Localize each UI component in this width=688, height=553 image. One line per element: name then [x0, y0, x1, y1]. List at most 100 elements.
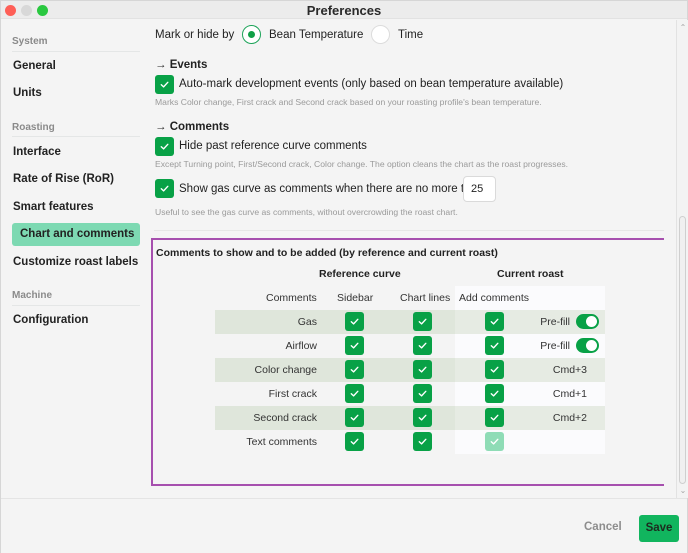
check-icon: [350, 366, 359, 373]
column-header-add-comments: Add comments: [459, 292, 530, 304]
mark-or-hide-label: Mark or hide by: [155, 29, 235, 41]
prefill-toggle[interactable]: [576, 338, 599, 353]
auto-mark-checkbox[interactable]: [155, 75, 174, 94]
row-label: Color change: [254, 364, 317, 376]
dialog-footer: Cancel Save: [1, 498, 687, 553]
radio-time-label[interactable]: Time: [398, 29, 423, 41]
table-row: Color change Cmd+3: [215, 358, 605, 382]
prefill-label: Pre-fill: [540, 340, 570, 352]
radio-bean-temperature-label[interactable]: Bean Temperature: [269, 29, 363, 41]
chart-lines-checkbox[interactable]: [413, 360, 432, 379]
auto-mark-label[interactable]: Auto-mark development events (only based…: [179, 78, 563, 90]
table-row: Airflow Pre-fill: [215, 334, 605, 358]
check-icon: [490, 342, 499, 349]
sidebar-item-chart-and-comments[interactable]: Chart and comments: [12, 223, 140, 246]
check-icon: [490, 390, 499, 397]
sidebar-item-smart-features[interactable]: Smart features: [12, 196, 140, 219]
comments-table-title: Comments to show and to be added (by ref…: [156, 247, 498, 259]
radio-bean-temperature[interactable]: [242, 25, 261, 44]
table-row: Second crack Cmd+2: [215, 406, 605, 430]
column-header-sidebar: Sidebar: [337, 292, 374, 304]
comments-heading: → Comments: [155, 121, 230, 133]
check-icon: [350, 438, 359, 445]
check-icon: [418, 414, 427, 421]
chart-lines-checkbox[interactable]: [413, 336, 432, 355]
check-icon: [490, 318, 499, 325]
sidebar-checkbox[interactable]: [345, 336, 364, 355]
gas-curve-max-input[interactable]: 25: [463, 176, 496, 202]
check-icon: [350, 318, 359, 325]
check-icon: [418, 390, 427, 397]
keyboard-shortcut: Cmd+2: [552, 412, 587, 424]
keyboard-shortcut: Cmd+3: [552, 364, 587, 376]
chart-lines-checkbox[interactable]: [413, 384, 432, 403]
cancel-button[interactable]: Cancel: [584, 521, 622, 533]
sidebar-checkbox[interactable]: [345, 360, 364, 379]
sidebar-checkbox[interactable]: [345, 432, 364, 451]
table-row: Text comments: [215, 430, 605, 454]
chart-lines-checkbox[interactable]: [413, 432, 432, 451]
hide-past-comments-hint: Except Turning point, First/Second crack…: [155, 159, 569, 169]
check-icon: [160, 143, 169, 150]
row-label: Airflow: [285, 340, 317, 352]
table-row: Gas Pre-fill: [215, 310, 605, 334]
sidebar-divider: [12, 136, 140, 137]
scroll-down-icon[interactable]: ⌄: [677, 486, 688, 495]
scroll-up-icon[interactable]: ⌃: [677, 23, 688, 32]
sidebar-item-customize-roast-labels[interactable]: Customize roast labels: [12, 251, 140, 274]
prefill-toggle[interactable]: [576, 314, 599, 329]
check-icon: [490, 366, 499, 373]
sidebar-section-system: System: [12, 36, 48, 47]
add-comments-checkbox: [485, 432, 504, 451]
check-icon: [490, 414, 499, 421]
row-label: Gas: [297, 316, 317, 328]
chart-lines-checkbox[interactable]: [413, 408, 432, 427]
add-comments-checkbox[interactable]: [485, 408, 504, 427]
add-comments-checkbox[interactable]: [485, 312, 504, 331]
row-label: Second crack: [253, 412, 317, 424]
sidebar: System General Units Roasting Interface …: [1, 20, 146, 498]
check-icon: [350, 342, 359, 349]
add-comments-checkbox[interactable]: [485, 336, 504, 355]
prefill-label: Pre-fill: [540, 316, 570, 328]
row-label: Text comments: [246, 436, 317, 448]
column-header-chart-lines: Chart lines: [400, 292, 451, 304]
radio-time[interactable]: [371, 25, 390, 44]
sidebar-checkbox[interactable]: [345, 384, 364, 403]
gas-curve-label[interactable]: Show gas curve as comments when there ar…: [179, 183, 483, 195]
check-icon: [160, 81, 169, 88]
title-bar: Preferences: [1, 1, 687, 19]
gas-curve-hint: Useful to see the gas curve as comments,…: [155, 207, 458, 217]
sidebar-divider: [12, 305, 140, 306]
row-bg-current: [455, 430, 605, 454]
sidebar-divider: [12, 51, 140, 52]
check-icon: [418, 366, 427, 373]
content-scrollbar[interactable]: ⌃ ⌄: [676, 20, 688, 498]
check-icon: [418, 318, 427, 325]
sidebar-item-configuration[interactable]: Configuration: [12, 309, 140, 332]
gas-curve-checkbox[interactable]: [155, 179, 174, 198]
sidebar-item-rate-of-rise[interactable]: Rate of Rise (RoR): [12, 168, 140, 191]
hide-past-comments-label[interactable]: Hide past reference curve comments: [179, 140, 367, 152]
sidebar-item-general[interactable]: General: [12, 55, 140, 78]
check-icon: [350, 414, 359, 421]
row-label: First crack: [268, 388, 317, 400]
chart-lines-checkbox[interactable]: [413, 312, 432, 331]
sidebar-section-machine: Machine: [12, 290, 53, 301]
scroll-thumb[interactable]: [679, 216, 686, 484]
comments-table-panel: Comments to show and to be added (by ref…: [151, 238, 664, 486]
save-button[interactable]: Save: [639, 515, 679, 542]
sidebar-item-interface[interactable]: Interface: [12, 141, 140, 164]
sidebar-checkbox[interactable]: [345, 408, 364, 427]
column-header-comments: Comments: [266, 292, 317, 304]
check-icon: [160, 185, 169, 192]
current-roast-header: Current roast: [497, 268, 564, 280]
sidebar-item-units[interactable]: Units: [12, 82, 140, 105]
sidebar-checkbox[interactable]: [345, 312, 364, 331]
add-comments-checkbox[interactable]: [485, 384, 504, 403]
section-divider: [154, 230, 664, 231]
reference-curve-header: Reference curve: [319, 268, 401, 280]
add-comments-checkbox[interactable]: [485, 360, 504, 379]
hide-past-comments-checkbox[interactable]: [155, 137, 174, 156]
events-heading: → Events: [155, 59, 208, 71]
